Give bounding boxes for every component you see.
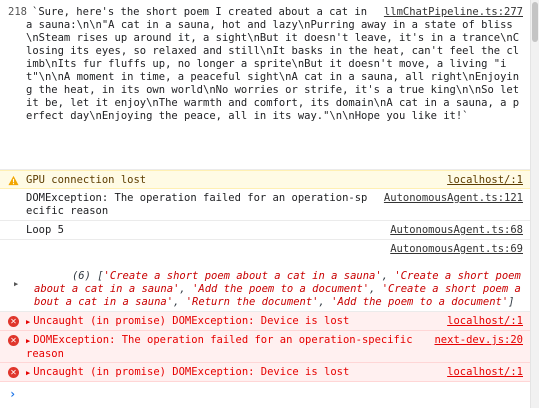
error-icon: ✕ <box>8 335 19 346</box>
log-message: DOMException: The operation failed for a… <box>26 192 368 217</box>
console-warning-entry: localhost/:1 GPU connection lost <box>0 170 531 189</box>
expand-triangle-icon[interactable]: ▶ <box>14 278 18 291</box>
warning-icon <box>8 175 19 186</box>
expand-triangle-icon[interactable]: ▶ <box>26 369 30 377</box>
array-item: 'Return the document' <box>185 296 319 308</box>
console-error-entry: ✕ localhost/:1 ▶ Uncaught (in promise) DO… <box>0 312 531 331</box>
console-error-entry: ✕ localhost/:1 ▶ Uncaught (in promise) DO… <box>0 363 531 382</box>
source-link[interactable]: AutonomousAgent.ts:121 <box>384 192 523 205</box>
console-error-entry: ✕ next-dev.js:20 ▶ DOMException: The oper… <box>0 331 531 363</box>
source-link[interactable]: AutonomousAgent.ts:69 <box>390 243 523 256</box>
source-link[interactable]: localhost/:1 <box>447 315 523 328</box>
error-message: Uncaught (in promise) DOMException: Devi… <box>33 366 350 378</box>
error-icon: ✕ <box>8 367 19 378</box>
console-input[interactable]: › <box>0 382 531 408</box>
expand-triangle-icon[interactable]: ▶ <box>26 337 30 345</box>
array-item: 'Add the poem to a document' <box>331 296 509 308</box>
log-message: `Sure, here's the short poem I created a… <box>26 6 526 122</box>
array-suffix: ] <box>508 296 515 308</box>
scrollbar-thumb[interactable] <box>532 2 538 42</box>
source-link[interactable]: llmChatPipeline.ts:277 <box>384 6 523 19</box>
expand-triangle-icon[interactable]: ▶ <box>26 318 30 326</box>
console-array-entry[interactable]: AutonomousAgent.ts:69 (6) ['Create a sho… <box>0 240 531 312</box>
console-log-entry: AutonomousAgent.ts:121 DOMException: The… <box>0 189 531 221</box>
repeat-count: 218 <box>8 6 27 18</box>
source-link[interactable]: localhost/:1 <box>447 366 523 379</box>
source-link[interactable]: next-dev.js:20 <box>434 334 523 347</box>
error-icon: ✕ <box>8 316 19 327</box>
console-panel: 218 llmChatPipeline.ts:277 `Sure, here's… <box>0 0 531 408</box>
error-message: Uncaught (in promise) DOMException: Devi… <box>33 315 350 327</box>
array-item: 'Add the poem to a document' <box>192 283 370 295</box>
console-prompt-icon: › <box>9 387 17 401</box>
scrollbar[interactable] <box>530 0 539 408</box>
console-log-entry: 218 llmChatPipeline.ts:277 `Sure, here's… <box>0 0 531 170</box>
source-link[interactable]: AutonomousAgent.ts:68 <box>390 224 523 237</box>
console-log-entry: AutonomousAgent.ts:68 Loop 5 <box>0 221 531 240</box>
log-message: Loop 5 <box>26 224 64 236</box>
array-item: 'Create a short poem about a cat in a sa… <box>103 270 382 282</box>
array-prefix: (6) [ <box>71 270 104 282</box>
warning-message: GPU connection lost <box>26 174 147 186</box>
error-message: DOMException: The operation failed for a… <box>26 334 419 360</box>
source-link[interactable]: localhost/:1 <box>447 174 523 187</box>
